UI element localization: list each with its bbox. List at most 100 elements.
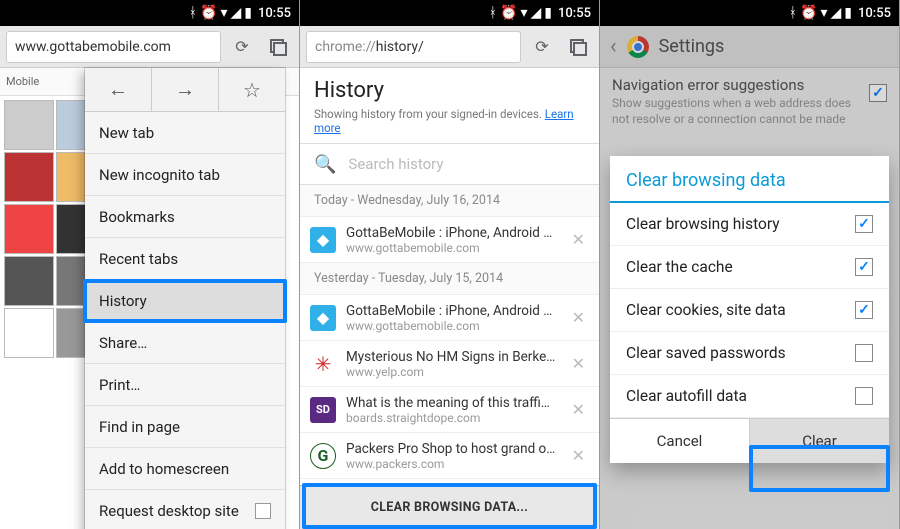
signal-icon: ◢ xyxy=(231,5,241,21)
status-time: 10:55 xyxy=(558,6,591,21)
battery-icon: ▮ xyxy=(244,5,251,21)
signal-icon: ◢ xyxy=(531,5,541,21)
clear-browsing-data-button[interactable]: CLEAR BROWSING DATA... xyxy=(300,485,599,529)
overflow-menu: ← → ☆ New tab New incognito tab Bookmark… xyxy=(85,68,285,529)
signal-icon: ◢ xyxy=(831,5,841,21)
checkbox-icon[interactable]: ✓ xyxy=(855,215,873,233)
menu-item-find[interactable]: Find in page xyxy=(85,406,285,448)
checkbox-icon[interactable] xyxy=(855,387,873,405)
url-path: history/ xyxy=(376,39,424,55)
bluetooth-icon: ᚼ xyxy=(189,5,196,21)
thumb xyxy=(4,256,54,306)
url-field[interactable]: chrome://history/ xyxy=(306,31,521,63)
checkbox-icon[interactable] xyxy=(255,503,271,519)
alarm-icon: ⏰ xyxy=(500,5,516,21)
cancel-button[interactable]: Cancel xyxy=(610,419,750,463)
menu-item-history[interactable]: History xyxy=(85,280,285,322)
history-url: www.packers.com xyxy=(346,457,558,471)
history-row[interactable]: ✳ Mysterious No HM Signs in Berke… www.y… xyxy=(300,341,599,387)
history-title: GottaBeMobile : iPhone, Android … xyxy=(346,303,558,319)
history-url: www.yelp.com xyxy=(346,365,558,379)
menu-item-new-tab[interactable]: New tab xyxy=(85,112,285,154)
date-header: Yesterday - Tuesday, July 15, 2014 xyxy=(300,263,599,295)
page-tab[interactable]: Mobile xyxy=(6,75,39,88)
thumb xyxy=(4,100,54,150)
wifi-icon: ▾ xyxy=(820,5,826,21)
checkbox-icon[interactable]: ✓ xyxy=(855,301,873,319)
dialog-option[interactable]: Clear browsing history ✓ xyxy=(610,203,889,246)
status-bar: ᚼ ⏰ ▾ ◢ ▮ 10:55 xyxy=(0,0,299,26)
history-row[interactable]: G Packers Pro Shop to host grand o… www.… xyxy=(300,433,599,479)
menu-item-add-homescreen[interactable]: Add to homescreen xyxy=(85,448,285,490)
history-url: www.gottabemobile.com xyxy=(346,319,558,333)
url-scheme: chrome:// xyxy=(315,39,376,55)
close-icon[interactable]: ✕ xyxy=(568,304,589,331)
favicon-icon: G xyxy=(310,443,336,469)
dialog-option[interactable]: Clear autofill data xyxy=(610,375,889,418)
status-time: 10:55 xyxy=(858,6,891,21)
back-icon[interactable]: ← xyxy=(85,68,152,111)
star-icon[interactable]: ☆ xyxy=(219,68,285,111)
dialog-option[interactable]: Clear the cache ✓ xyxy=(610,246,889,289)
history-row[interactable]: SD What is the meaning of this traffi… b… xyxy=(300,387,599,433)
clear-data-dialog: Clear browsing data Clear browsing histo… xyxy=(610,156,889,463)
settings-background: ‹ Settings Navigation error suggestions … xyxy=(600,26,899,529)
phone-panel-3: ᚼ ⏰ ▾ ◢ ▮ 10:55 ‹ Settings Navigation er… xyxy=(600,0,900,529)
search-icon: 🔍 xyxy=(314,154,336,175)
tabs-icon[interactable] xyxy=(563,32,593,62)
favicon-icon: ✳ xyxy=(310,351,336,377)
dialog-option[interactable]: Clear saved passwords xyxy=(610,332,889,375)
reload-icon[interactable]: ⟳ xyxy=(527,32,557,62)
status-bar: ᚼ ⏰ ▾ ◢ ▮ 10:55 xyxy=(300,0,599,26)
forward-icon[interactable]: → xyxy=(152,68,219,111)
status-time: 10:55 xyxy=(258,6,291,21)
wifi-icon: ▾ xyxy=(520,5,526,21)
favicon-icon: ◆ xyxy=(310,305,336,331)
battery-icon: ▮ xyxy=(844,5,851,21)
history-url: boards.straightdope.com xyxy=(346,411,558,425)
menu-item-print[interactable]: Print… xyxy=(85,364,285,406)
url-bar: chrome://history/ ⟳ xyxy=(300,26,599,68)
date-header: Today - Wednesday, July 16, 2014 xyxy=(300,185,599,217)
url-bar: www.gottabemobile.com ⟳ xyxy=(0,26,299,68)
close-icon[interactable]: ✕ xyxy=(568,442,589,469)
tabs-icon[interactable] xyxy=(263,32,293,62)
search-placeholder: Search history xyxy=(348,155,443,173)
phone-panel-2: ᚼ ⏰ ▾ ◢ ▮ 10:55 chrome://history/ ⟳ Hist… xyxy=(300,0,600,529)
reload-icon[interactable]: ⟳ xyxy=(227,32,257,62)
history-row[interactable]: ◆ GottaBeMobile : iPhone, Android … www.… xyxy=(300,295,599,341)
alarm-icon: ⏰ xyxy=(800,5,816,21)
menu-item-recent-tabs[interactable]: Recent tabs xyxy=(85,238,285,280)
dialog-option[interactable]: Clear cookies, site data ✓ xyxy=(610,289,889,332)
history-row[interactable]: ◆ GottaBeMobile : iPhone, Android … www.… xyxy=(300,217,599,263)
thumb xyxy=(4,308,54,358)
history-page: History Showing history from your signed… xyxy=(300,68,599,529)
phone-panel-1: ᚼ ⏰ ▾ ◢ ▮ 10:55 www.gottabemobile.com ⟳ … xyxy=(0,0,300,529)
history-title: Mysterious No HM Signs in Berke… xyxy=(346,349,558,365)
bluetooth-icon: ᚼ xyxy=(489,5,496,21)
dialog-buttons: Cancel Clear xyxy=(610,418,889,463)
menu-item-incognito[interactable]: New incognito tab xyxy=(85,154,285,196)
thumb xyxy=(4,152,54,202)
alarm-icon: ⏰ xyxy=(200,5,216,21)
menu-item-bookmarks[interactable]: Bookmarks xyxy=(85,196,285,238)
url-field[interactable]: www.gottabemobile.com xyxy=(6,31,221,63)
close-icon[interactable]: ✕ xyxy=(568,350,589,377)
search-history-row[interactable]: 🔍 Search history xyxy=(300,143,599,185)
dialog-title: Clear browsing data xyxy=(610,156,889,203)
page-title: History xyxy=(314,78,585,103)
checkbox-icon[interactable]: ✓ xyxy=(855,258,873,276)
close-icon[interactable]: ✕ xyxy=(568,226,589,253)
menu-item-request-desktop[interactable]: Request desktop site xyxy=(85,490,285,529)
close-icon[interactable]: ✕ xyxy=(568,396,589,423)
menu-item-share[interactable]: Share… xyxy=(85,322,285,364)
history-title: What is the meaning of this traffi… xyxy=(346,395,558,411)
thumb xyxy=(4,204,54,254)
history-url: www.gottabemobile.com xyxy=(346,241,558,255)
favicon-icon: ◆ xyxy=(310,227,336,253)
history-title: GottaBeMobile : iPhone, Android … xyxy=(346,225,558,241)
url-text: www.gottabemobile.com xyxy=(15,39,171,55)
history-title: Packers Pro Shop to host grand o… xyxy=(346,441,558,457)
checkbox-icon[interactable] xyxy=(855,344,873,362)
clear-button[interactable]: Clear xyxy=(750,419,889,463)
